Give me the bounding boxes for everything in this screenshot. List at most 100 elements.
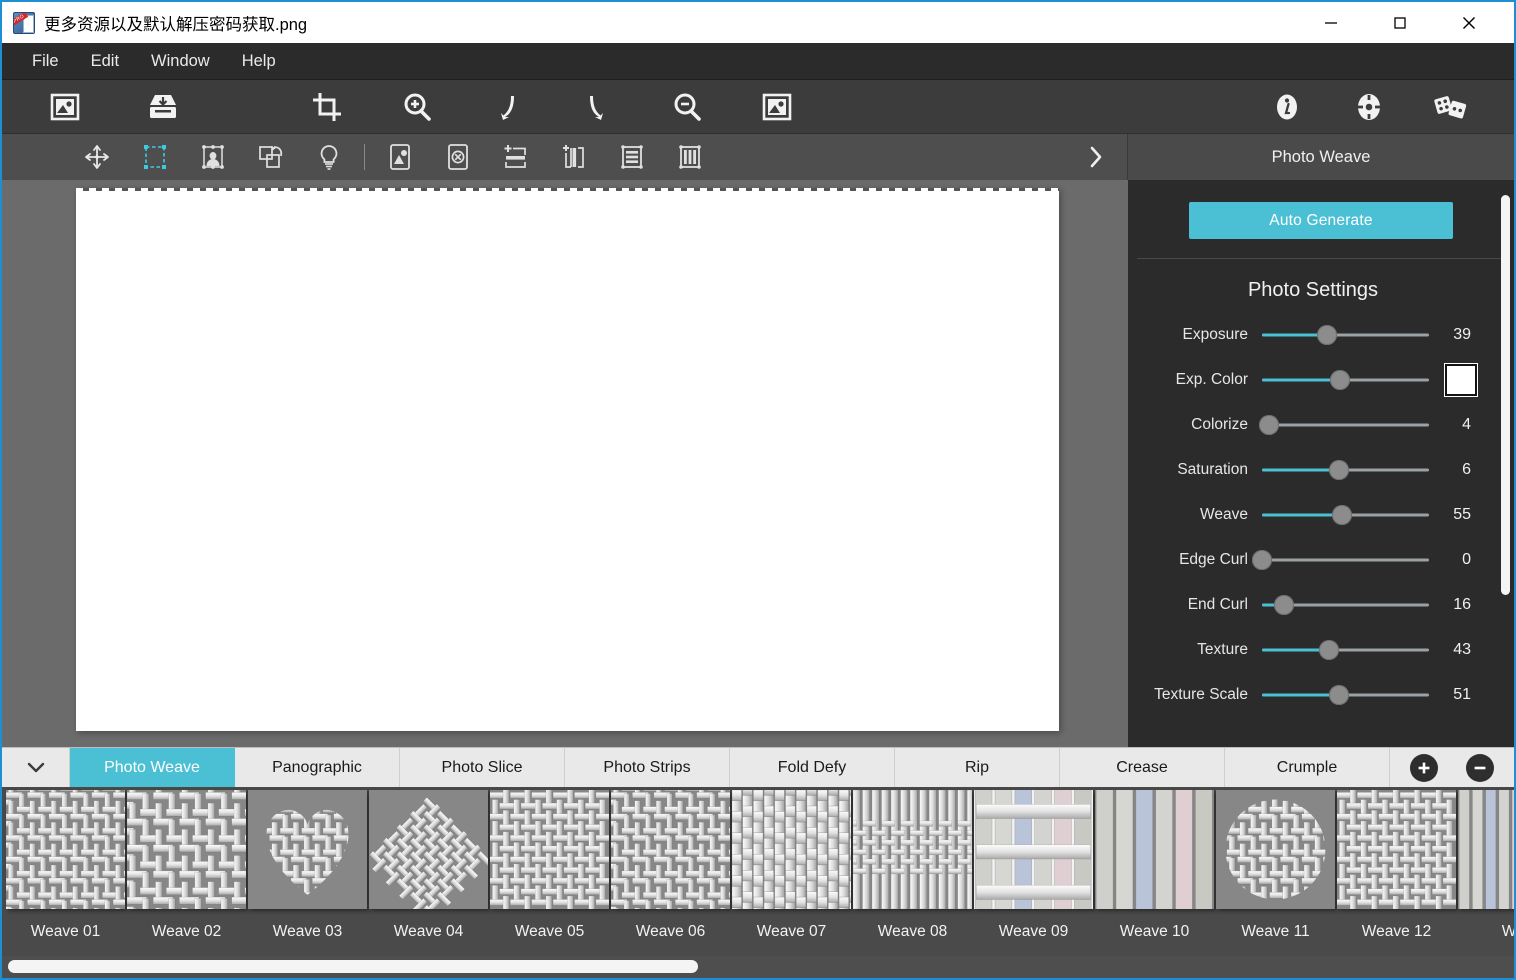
maximize-icon[interactable] — [1377, 2, 1423, 43]
slider-control[interactable] — [1252, 549, 1429, 571]
toolbar-group-file — [38, 84, 190, 130]
preset-thumbnail[interactable]: Weave 12 — [1336, 790, 1457, 941]
preset-thumbnail[interactable]: Weave 04 — [368, 790, 489, 941]
open-image-icon[interactable] — [38, 84, 92, 130]
add-horizontal-icon[interactable] — [495, 137, 537, 177]
preset-thumbnail-image[interactable] — [369, 790, 488, 909]
exposure-color-swatch[interactable] — [1444, 362, 1478, 397]
add-vertical-icon[interactable] — [553, 137, 595, 177]
preset-thumbnail[interactable]: Wea — [1457, 790, 1514, 941]
preset-thumbnail-image[interactable] — [1337, 790, 1456, 909]
slider-control[interactable] — [1262, 324, 1429, 346]
preset-thumbnail-image[interactable] — [490, 790, 609, 909]
tab-photo-slice[interactable]: Photo Slice — [400, 748, 565, 787]
preset-thumbnail-image[interactable] — [1095, 790, 1214, 909]
preset-thumbnail-image[interactable] — [732, 790, 851, 909]
preset-thumbnail[interactable]: Weave 05 — [489, 790, 610, 941]
thumbnail-scrollbar-track[interactable] — [2, 956, 1514, 978]
slider-control[interactable] — [1262, 639, 1429, 661]
slider-label: Edge Curl — [1179, 550, 1248, 568]
preset-thumbnail[interactable]: Weave 03 — [247, 790, 368, 941]
canvas-area[interactable] — [2, 180, 1128, 747]
vertical-bars-icon[interactable] — [669, 137, 711, 177]
settings-panel-content: Auto Generate Photo Settings Exposure 39 E… — [1128, 180, 1514, 717]
move-tool-icon[interactable] — [76, 137, 118, 177]
preset-thumbnail-image[interactable] — [1216, 790, 1335, 909]
preset-thumbnail[interactable]: Weave 10 — [1094, 790, 1215, 941]
preset-thumbnail[interactable]: Weave 01 — [5, 790, 126, 941]
settings-icon[interactable] — [1342, 84, 1396, 130]
image-canvas[interactable] — [76, 188, 1059, 731]
tab-rip[interactable]: Rip — [895, 748, 1060, 787]
sub-toolbar: Photo Weave — [2, 134, 1514, 180]
chevron-right-icon[interactable] — [1083, 142, 1109, 172]
add-image-icon[interactable] — [379, 137, 421, 177]
redo-icon[interactable] — [570, 84, 624, 130]
tab-panographic[interactable]: Panographic — [235, 748, 400, 787]
menu-item-help[interactable]: Help — [226, 48, 292, 75]
remove-image-icon[interactable] — [437, 137, 479, 177]
fit-image-icon[interactable] — [750, 84, 804, 130]
menu-item-edit[interactable]: Edit — [75, 48, 135, 75]
preset-thumbnail[interactable]: Weave 02 — [126, 790, 247, 941]
app-icon — [13, 11, 35, 34]
minimize-icon[interactable] — [1308, 2, 1354, 43]
slider-knob[interactable] — [1332, 504, 1353, 525]
slider-value: 51 — [1453, 685, 1471, 703]
random-dice-icon[interactable] — [1424, 84, 1478, 130]
slider-control[interactable] — [1262, 459, 1429, 481]
slider-control[interactable] — [1258, 414, 1429, 436]
preset-thumbnail-image[interactable] — [6, 790, 125, 909]
preset-thumbnail[interactable]: Weave 09 — [973, 790, 1094, 941]
tab-fold-defy[interactable]: Fold Defy — [730, 748, 895, 787]
preset-thumbnail-image[interactable] — [974, 790, 1093, 909]
preset-thumbnail[interactable]: Weave 08 — [852, 790, 973, 941]
slider-knob[interactable] — [1252, 549, 1272, 570]
slider-control[interactable] — [1262, 369, 1429, 391]
crop-icon[interactable] — [300, 84, 354, 130]
undo-icon[interactable] — [480, 84, 534, 130]
minus-circle-icon[interactable] — [1466, 753, 1494, 782]
slider-knob[interactable] — [1318, 639, 1339, 660]
menu-item-window[interactable]: Window — [135, 48, 226, 75]
slider-control[interactable] — [1262, 594, 1429, 616]
thumbnail-scrollbar-thumb[interactable] — [8, 960, 698, 973]
info-icon[interactable] — [1260, 84, 1314, 130]
tab-crumple[interactable]: Crumple — [1225, 748, 1390, 787]
preset-thumbnail[interactable]: Weave 11 — [1215, 790, 1336, 941]
zoom-out-icon[interactable] — [660, 84, 714, 130]
slider-list: Exposure 39 Exp. Color Colorize 4 Saturation 6… — [1128, 312, 1514, 717]
slider-knob[interactable] — [1328, 684, 1349, 705]
auto-generate-button[interactable]: Auto Generate — [1189, 202, 1453, 239]
slider-label: Weave — [1200, 505, 1248, 523]
horizontal-bars-icon[interactable] — [611, 137, 653, 177]
preset-thumbnail[interactable]: Weave 07 — [731, 790, 852, 941]
close-icon[interactable] — [1446, 2, 1492, 43]
preset-thumbnail-image[interactable] — [248, 790, 367, 909]
tab-photo-weave[interactable]: Photo Weave — [70, 748, 235, 787]
preset-thumbnail-image[interactable] — [1458, 790, 1514, 909]
slider-knob[interactable] — [1317, 324, 1338, 345]
slider-control[interactable] — [1262, 684, 1429, 706]
tab-crease[interactable]: Crease — [1060, 748, 1225, 787]
slider-knob[interactable] — [1273, 594, 1294, 615]
tab-photo-strips[interactable]: Photo Strips — [565, 748, 730, 787]
slider-knob[interactable] — [1328, 459, 1349, 480]
portrait-select-icon[interactable] — [192, 137, 234, 177]
zoom-in-icon[interactable] — [390, 84, 444, 130]
preset-thumbnail[interactable]: Weave 06 — [610, 790, 731, 941]
preset-thumbnail-image[interactable] — [611, 790, 730, 909]
chevron-down-icon[interactable] — [2, 748, 70, 787]
rectangle-select-icon[interactable] — [134, 137, 176, 177]
transform-rotate-icon[interactable] — [250, 137, 292, 177]
save-image-icon[interactable] — [136, 84, 190, 130]
preset-thumbnail-image[interactable] — [127, 790, 246, 909]
slider-control[interactable] — [1262, 504, 1429, 526]
plus-circle-icon[interactable] — [1410, 753, 1438, 782]
slider-knob[interactable] — [1330, 369, 1351, 390]
menu-item-file[interactable]: File — [16, 48, 75, 75]
slider-knob[interactable] — [1258, 414, 1279, 435]
light-bulb-icon[interactable] — [308, 137, 350, 177]
preset-thumbnail-image[interactable] — [853, 790, 972, 909]
panel-scrollbar[interactable] — [1501, 195, 1510, 595]
